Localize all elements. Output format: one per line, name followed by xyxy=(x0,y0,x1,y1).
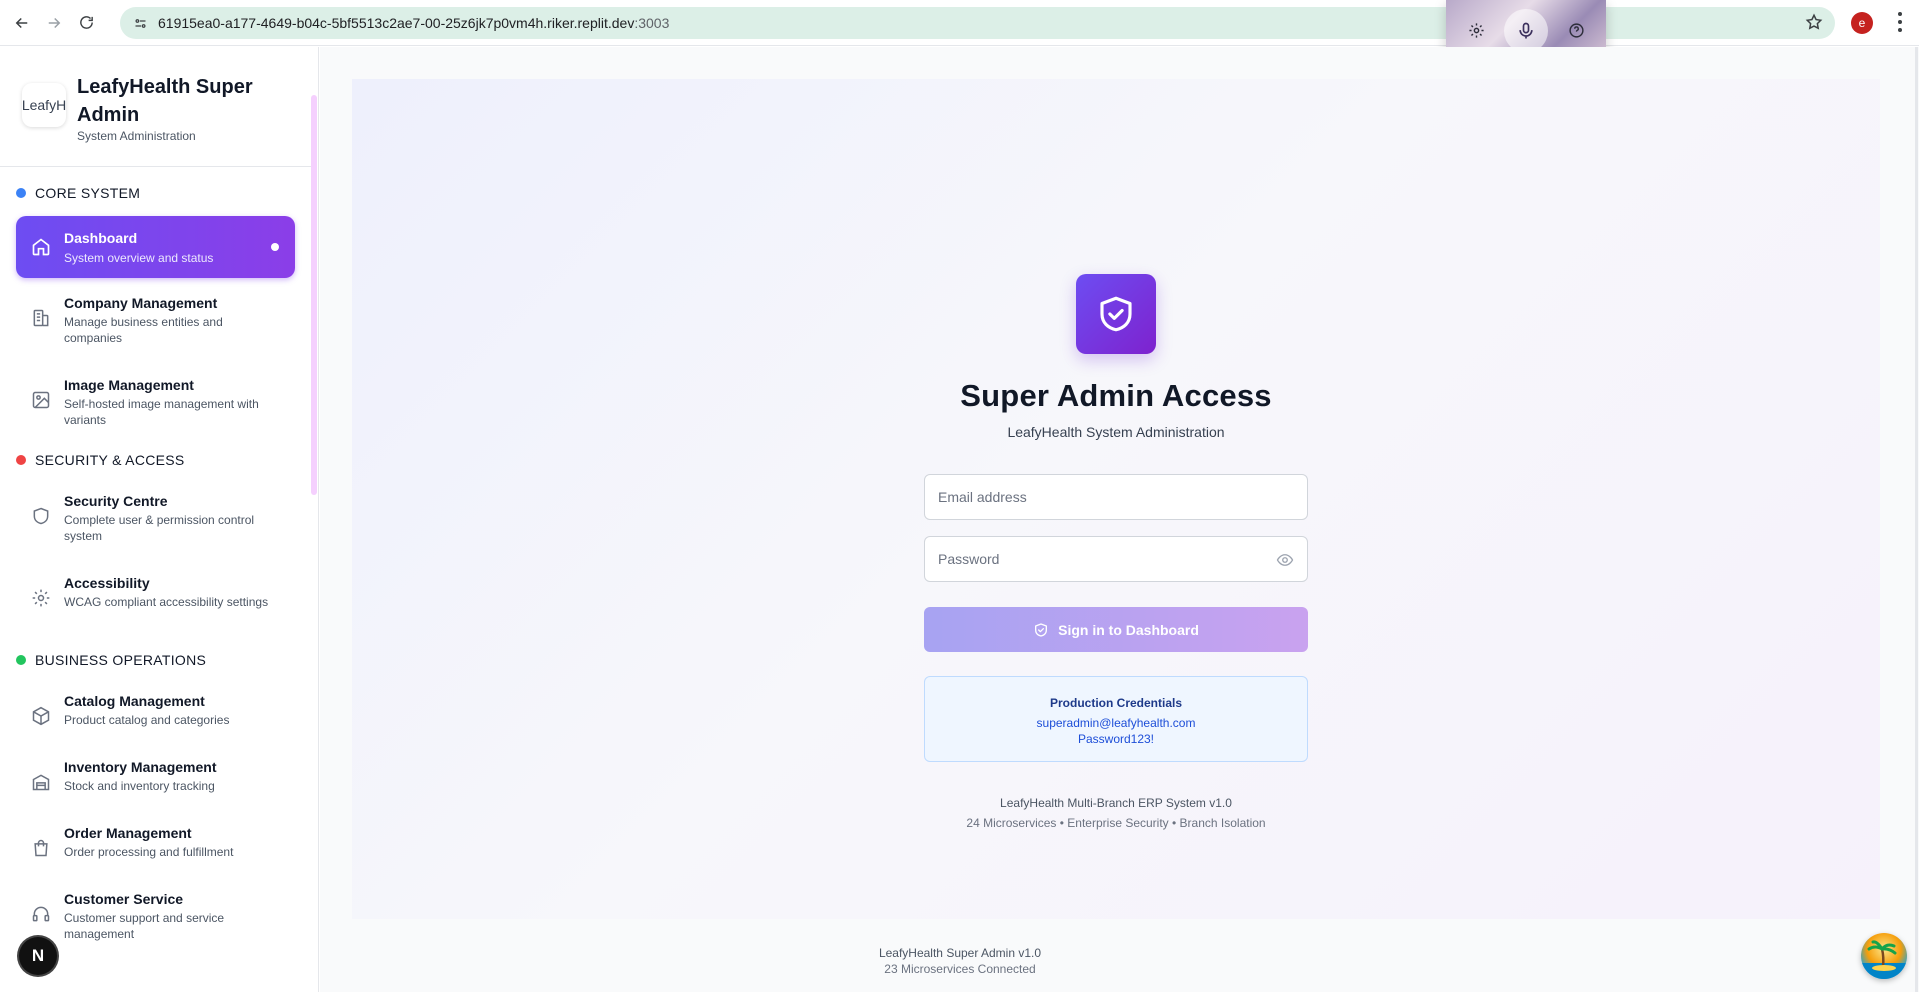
active-indicator-dot xyxy=(271,243,279,251)
sidebar-item-security-centre[interactable]: Security Centre Complete user & permissi… xyxy=(16,483,295,555)
sidebar-item-catalog-management[interactable]: Catalog Management Product catalog and c… xyxy=(16,683,295,741)
reload-icon[interactable] xyxy=(73,10,99,36)
login-title: Super Admin Access xyxy=(960,378,1272,413)
sidebar-item-desc: System overview and status xyxy=(64,251,214,265)
brand-logo: LeafyH xyxy=(22,83,66,127)
sidebar-item-label: Dashboard xyxy=(64,230,138,246)
email-field[interactable] xyxy=(924,474,1308,520)
help-icon[interactable] xyxy=(1564,19,1588,43)
sidebar: LeafyH LeafyHealth Super Admin System Ad… xyxy=(0,47,319,992)
sidebar-item-desc: Complete user & permission control syste… xyxy=(64,513,255,543)
section-business-operations: BUSINESS OPERATIONS xyxy=(16,652,206,668)
section-label: BUSINESS OPERATIONS xyxy=(35,652,207,668)
sidebar-item-order-management[interactable]: Order Management Order processing and fu… xyxy=(16,815,295,873)
warehouse-icon xyxy=(30,771,52,793)
show-password-eye-icon[interactable] xyxy=(1275,550,1295,570)
home-icon xyxy=(30,236,52,258)
email-input[interactable] xyxy=(925,475,1307,519)
credentials-email: superadmin@leafyhealth.com xyxy=(1036,716,1196,730)
app-version: LeafyHealth Super Admin v1.0 xyxy=(878,946,1042,960)
section-label: CORE SYSTEM xyxy=(35,185,141,201)
site-info-icon[interactable] xyxy=(132,15,148,31)
shield-check-icon xyxy=(1076,274,1156,354)
main-scrollbar[interactable] xyxy=(1915,47,1918,992)
sidebar-item-inventory-management[interactable]: Inventory Management Stock and inventory… xyxy=(16,749,295,807)
microphone-icon[interactable] xyxy=(1504,8,1548,53)
sidebar-item-label: Image Management xyxy=(64,377,194,393)
sidebar-item-accessibility[interactable]: Accessibility WCAG compliant accessibili… xyxy=(16,565,295,627)
assistant-avatar[interactable] xyxy=(1861,933,1907,979)
settings-gear-icon[interactable] xyxy=(1464,19,1488,43)
image-icon xyxy=(30,389,52,411)
sidebar-scrollbar[interactable] xyxy=(311,95,317,495)
headset-icon xyxy=(30,903,52,925)
forward-icon[interactable] xyxy=(41,10,67,36)
section-dot-icon xyxy=(16,655,26,665)
section-dot-icon xyxy=(16,455,26,465)
shield-icon xyxy=(30,505,52,527)
sidebar-item-desc: Customer support and service management xyxy=(64,911,225,941)
bookmark-star-icon[interactable] xyxy=(1805,13,1823,36)
package-icon xyxy=(30,705,52,727)
sidebar-item-dashboard[interactable]: Dashboard System overview and status xyxy=(16,216,295,278)
section-security-access: SECURITY & ACCESS xyxy=(16,452,185,468)
shopping-bag-icon xyxy=(30,837,52,859)
credentials-box: Production Credentials superadmin@leafyh… xyxy=(924,676,1308,762)
sign-in-button[interactable]: Sign in to Dashboard xyxy=(924,607,1308,652)
system-features: 24 Microservices • Enterprise Security •… xyxy=(966,816,1266,830)
credentials-password: Password123! xyxy=(1077,732,1155,746)
sidebar-item-customer-service[interactable]: Customer Service Customer support and se… xyxy=(16,881,295,953)
sidebar-item-label: Accessibility xyxy=(64,575,150,591)
brand-header: LeafyH LeafyHealth Super Admin System Ad… xyxy=(0,47,311,167)
browser-menu-icon[interactable] xyxy=(1897,10,1903,34)
sidebar-item-company-management[interactable]: Company Management Manage business entit… xyxy=(16,285,295,357)
brand-subtitle: System Administration xyxy=(77,129,196,143)
url-host: 61915ea0-a177-4649-b04c-5bf5513c2ae7-00-… xyxy=(158,15,635,31)
section-dot-icon xyxy=(16,188,26,198)
profile-avatar[interactable]: e xyxy=(1851,12,1873,34)
sidebar-item-desc: Manage business entities and companies xyxy=(64,315,223,345)
brand-logo-alt: LeafyH xyxy=(22,97,66,113)
sidebar-item-desc: Product catalog and categories xyxy=(64,713,230,727)
sidebar-item-desc: WCAG compliant accessibility settings xyxy=(64,595,269,609)
browser-toolbar: 61915ea0-a177-4649-b04c-5bf5513c2ae7-00-… xyxy=(0,0,1919,46)
url-port: :3003 xyxy=(634,15,670,31)
shield-icon xyxy=(1033,622,1049,638)
sidebar-item-image-management[interactable]: Image Management Self-hosted image manag… xyxy=(16,367,295,439)
sidebar-item-desc: Order processing and fulfillment xyxy=(64,845,234,859)
microservices-status: 23 Microservices Connected xyxy=(884,962,1036,976)
section-core-system: CORE SYSTEM xyxy=(16,185,140,201)
sidebar-item-label: Inventory Management xyxy=(64,759,217,775)
password-input[interactable] xyxy=(925,537,1307,581)
sidebar-item-desc: Stock and inventory tracking xyxy=(64,779,215,793)
gear-icon xyxy=(30,587,52,609)
sign-in-label: Sign in to Dashboard xyxy=(1058,621,1199,638)
password-field[interactable] xyxy=(924,536,1308,582)
sidebar-item-label: Customer Service xyxy=(64,891,184,907)
nextjs-devtools-button[interactable]: N xyxy=(19,937,57,975)
back-icon[interactable] xyxy=(9,10,35,36)
sidebar-item-label: Company Management xyxy=(64,295,218,311)
section-label: SECURITY & ACCESS xyxy=(35,452,185,468)
sidebar-item-label: Security Centre xyxy=(64,493,168,509)
brand-title: LeafyHealth Super Admin xyxy=(77,76,253,126)
sidebar-item-label: Catalog Management xyxy=(64,693,205,709)
system-version: LeafyHealth Multi-Branch ERP System v1.0 xyxy=(1000,796,1232,810)
url-text[interactable]: 61915ea0-a177-4649-b04c-5bf5513c2ae7-00-… xyxy=(158,15,669,31)
sidebar-item-desc: Self-hosted image management with varian… xyxy=(64,397,259,427)
building-icon xyxy=(30,307,52,329)
credentials-title: Production Credentials xyxy=(1049,696,1183,710)
login-subtitle: LeafyHealth System Administration xyxy=(1007,424,1225,440)
sidebar-item-label: Order Management xyxy=(64,825,192,841)
